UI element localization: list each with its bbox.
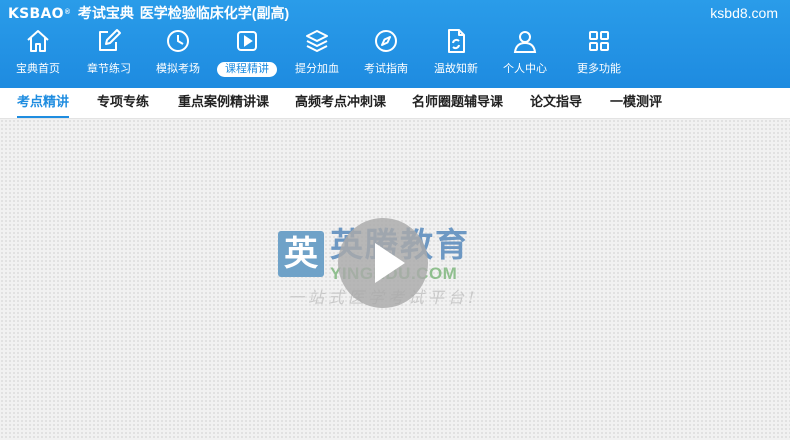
nav-item-home[interactable]: 宝典首页 xyxy=(3,26,73,84)
nav-item-mock-exam[interactable]: 模拟考场 xyxy=(143,26,213,84)
brand: KSBAO® 考试宝典 医学检验临床化学(副高) xyxy=(8,4,289,22)
registered-mark: ® xyxy=(64,9,71,16)
nav-label: 提分加血 xyxy=(295,63,339,75)
watermark-badge: 英 xyxy=(278,231,324,277)
nav-item-more[interactable]: 更多功能 xyxy=(564,26,634,84)
nav-label: 更多功能 xyxy=(577,63,621,75)
nav-item-score-boost[interactable]: 提分加血 xyxy=(282,26,352,84)
sub-nav: 考点精讲 专项专练 重点案例精讲课 高频考点冲刺课 名师圈题辅导课 论文指导 一… xyxy=(0,88,790,119)
tab-key-points[interactable]: 考点精讲 xyxy=(17,88,70,118)
nav-label: 考试指南 xyxy=(364,63,408,75)
tab-case-lectures[interactable]: 重点案例精讲课 xyxy=(178,88,269,116)
nav-label: 模拟考场 xyxy=(156,63,200,75)
edit-icon xyxy=(99,29,121,51)
site-domain: ksbd8.com xyxy=(710,5,778,21)
main-nav: 宝典首页 章节练习 模拟考场 课程精讲 提分加血 考试指南 温故知新 个人中心 xyxy=(0,26,790,84)
nav-label: 个人中心 xyxy=(503,63,547,75)
home-icon xyxy=(27,30,49,52)
play-icon xyxy=(375,243,405,283)
brand-logo: KSBAO xyxy=(8,6,64,22)
nav-label: 课程精讲 xyxy=(217,62,277,77)
tab-mock-assessment[interactable]: 一模测评 xyxy=(610,88,662,116)
tab-thesis-guidance[interactable]: 论文指导 xyxy=(530,88,582,116)
video-play-icon xyxy=(237,31,257,51)
user-icon xyxy=(513,31,537,53)
nav-item-chapter-practice[interactable]: 章节练习 xyxy=(74,26,144,84)
tab-special-practice[interactable]: 专项专练 xyxy=(97,88,149,116)
nav-item-personal-center[interactable]: 个人中心 xyxy=(490,26,560,84)
grid-icon xyxy=(589,31,609,51)
app-name: 考试宝典 xyxy=(77,5,134,21)
refresh-document-icon xyxy=(448,29,465,53)
nav-label: 温故知新 xyxy=(434,63,478,75)
nav-label: 章节练习 xyxy=(87,63,131,75)
nav-label: 宝典首页 xyxy=(16,63,60,75)
layers-icon xyxy=(306,30,328,52)
nav-item-course[interactable]: 课程精讲 xyxy=(212,26,282,84)
play-button[interactable] xyxy=(338,218,428,308)
compass-icon xyxy=(375,30,397,52)
nav-item-review[interactable]: 温故知新 xyxy=(421,26,491,84)
tab-sprint-course[interactable]: 高频考点冲刺课 xyxy=(295,88,386,116)
exam-title: 医学检验临床化学(副高) xyxy=(139,5,290,21)
tab-tutor-course[interactable]: 名师圈题辅导课 xyxy=(412,88,503,116)
nav-item-exam-guide[interactable]: 考试指南 xyxy=(351,26,421,84)
header-bar: KSBAO® 考试宝典 医学检验临床化学(副高) ksbd8.com 宝典首页 … xyxy=(0,0,790,88)
clock-icon xyxy=(167,30,189,52)
